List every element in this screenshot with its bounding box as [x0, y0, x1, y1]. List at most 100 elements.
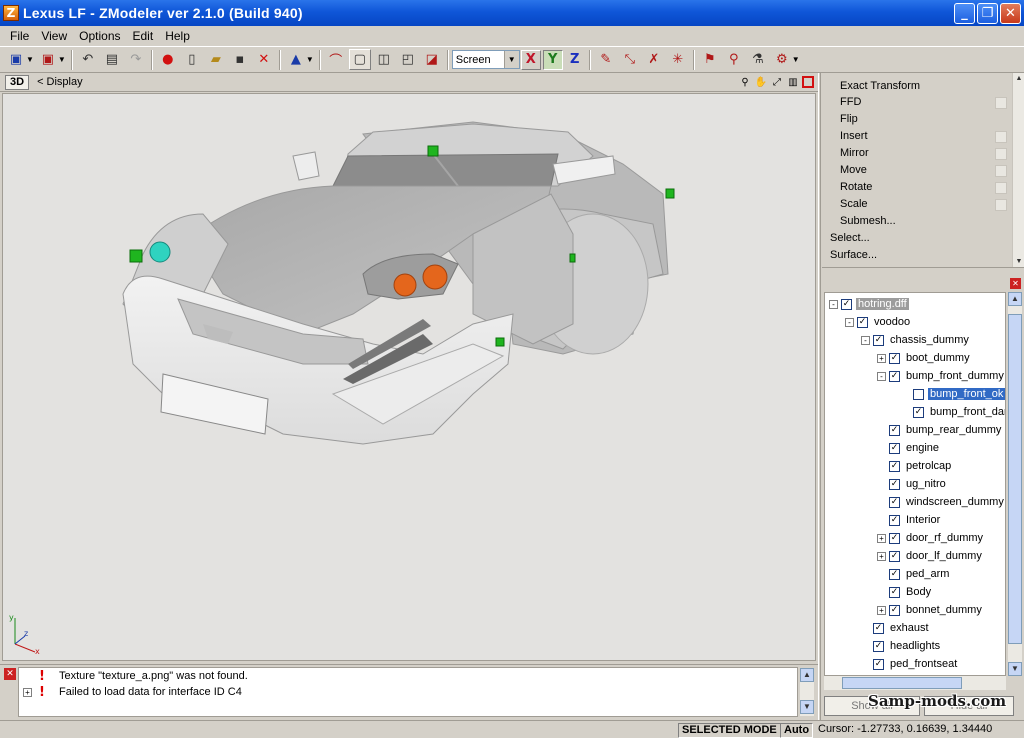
scroll-up-icon[interactable]: ▲	[1013, 73, 1024, 85]
modifier-mirror[interactable]: Mirror	[840, 145, 1007, 162]
animation-icon[interactable]: ⚙	[771, 49, 793, 70]
tree-node[interactable]: ✓ windscreen_dummy	[877, 493, 1005, 511]
expand-icon[interactable]: +	[23, 687, 32, 697]
modifier-select[interactable]: Select...	[830, 230, 995, 247]
collapse-icon[interactable]: -	[861, 335, 870, 345]
modifier-checkbox[interactable]	[995, 182, 1007, 194]
tree-horizontal-scrollbar[interactable]	[824, 676, 1006, 690]
bone-icon[interactable]: ⚲	[723, 49, 745, 70]
modifier-rotate[interactable]: Rotate	[840, 179, 1007, 196]
chevron-down-icon[interactable]: ▼	[26, 55, 34, 64]
visibility-checkbox[interactable]: ✓	[889, 568, 900, 580]
modifier-checkbox[interactable]	[995, 97, 1007, 109]
axis-z-button[interactable]: Z	[565, 50, 585, 70]
tree-node[interactable]: ✓ bump_rear_dummy	[877, 421, 1003, 439]
rotate-axis-icon[interactable]: ✗	[643, 49, 665, 70]
figure-icon[interactable]: ⚗	[747, 49, 769, 70]
modifiers-scrollbar[interactable]: ▲ ▼	[1012, 73, 1024, 267]
modifier-checkbox[interactable]	[995, 165, 1007, 177]
selection-mode-indicator[interactable]: SELECTED MODE	[678, 723, 781, 738]
tree-node[interactable]: + ✓ door_lf_dummy	[877, 547, 984, 565]
visibility-checkbox[interactable]: ✓	[889, 424, 900, 436]
axis-y-button[interactable]: Y	[542, 49, 563, 70]
maximize-viewport-icon[interactable]	[802, 76, 814, 88]
tree-node[interactable]: ✓ bump_front_dam	[901, 403, 1005, 421]
tree-node[interactable]: ✓ exhaust	[861, 619, 931, 637]
tree-node[interactable]: ✓ ped_arm	[877, 565, 951, 583]
redo-icon[interactable]: ↷	[125, 49, 147, 70]
visibility-checkbox[interactable]: ✓	[841, 298, 852, 310]
axis-x-button[interactable]: X	[520, 49, 541, 70]
chevron-down-icon[interactable]: ▼	[58, 55, 66, 64]
visibility-checkbox[interactable]: ✓	[889, 586, 900, 598]
viewport-breadcrumb[interactable]: < Display	[37, 76, 83, 88]
menu-file[interactable]: File	[4, 29, 35, 43]
open-folder-icon[interactable]: ▰	[205, 49, 227, 70]
coord-mode-select[interactable]: Screen ▼	[451, 50, 520, 69]
scroll-thumb[interactable]	[1008, 314, 1022, 644]
tree-node[interactable]: + ✓ boot_dummy	[877, 349, 972, 367]
visibility-checkbox[interactable]: ✓	[889, 478, 900, 490]
tree-node[interactable]: ✓ headlights	[861, 637, 942, 655]
new-file-icon[interactable]: ▯	[181, 49, 203, 70]
move-axis-icon[interactable]: ⤡	[619, 49, 641, 70]
expand-icon[interactable]: +	[877, 605, 886, 615]
tree-node[interactable]: ✓ petrolcap	[877, 457, 953, 475]
tree-node[interactable]: ✓ engine	[877, 439, 941, 457]
zoom-icon[interactable]: ⚲	[738, 75, 752, 89]
modifier-flip[interactable]: Flip	[840, 111, 1005, 128]
tree-node[interactable]: ✓ ug_nitro	[877, 475, 948, 493]
scroll-up-icon[interactable]: ▲	[1008, 292, 1022, 306]
import-icon[interactable]: ▣	[5, 49, 27, 70]
visibility-checkbox[interactable]: ✓	[889, 370, 900, 382]
menu-options[interactable]: Options	[73, 29, 126, 43]
close-button[interactable]: ✕	[1000, 3, 1021, 24]
visibility-checkbox[interactable]: ✓	[889, 604, 900, 616]
tree-node[interactable]: - ✓ voodoo	[845, 313, 912, 331]
3d-viewport[interactable]: y z x	[2, 93, 816, 661]
history-icon[interactable]: ▤	[101, 49, 123, 70]
menu-help[interactable]: Help	[159, 29, 196, 43]
scroll-up-icon[interactable]: ▲	[800, 668, 814, 682]
hierarchy-tree[interactable]: - ✓ hotring.dff - ✓ voodoo - ✓ chassis_dummy + ✓ bo…	[824, 292, 1006, 676]
close-icon[interactable]: ✕	[1010, 278, 1021, 289]
scroll-down-icon[interactable]: ▼	[1013, 256, 1024, 267]
fit-view-icon[interactable]: ⤢	[770, 75, 784, 89]
scroll-thumb[interactable]	[842, 677, 962, 689]
tree-node[interactable]: - ✓ bump_front_dummy	[877, 367, 1005, 385]
modifier-ffd[interactable]: FFD	[840, 94, 1007, 111]
tree-node[interactable]: + ✓ door_rf_dummy	[877, 529, 985, 547]
surface-mode-icon[interactable]: ◪	[421, 49, 443, 70]
tree-node[interactable]: ✓ Body	[877, 583, 933, 601]
modifier-submesh[interactable]: Submesh...	[840, 213, 1005, 230]
vertex-mode-icon[interactable]: ⌒	[325, 49, 347, 70]
modifier-checkbox[interactable]	[995, 131, 1007, 143]
visibility-checkbox[interactable]: ✓	[857, 316, 868, 328]
visibility-checkbox[interactable]: ✓	[913, 406, 924, 418]
split-view-icon[interactable]: ▥	[786, 75, 800, 89]
scroll-down-icon[interactable]: ▼	[800, 700, 814, 714]
log-scrollbar[interactable]: ▲ ▼	[800, 668, 814, 716]
object-mode-icon[interactable]: ▢	[348, 49, 371, 70]
scroll-down-icon[interactable]: ▼	[1008, 662, 1022, 676]
visibility-checkbox[interactable]: ✓	[889, 514, 900, 526]
pan-hand-icon[interactable]: ✋	[754, 75, 768, 89]
log-entry[interactable]: + ! Failed to load data for interface ID…	[19, 684, 797, 700]
collapse-icon[interactable]: -	[877, 371, 886, 381]
collapse-icon[interactable]: -	[829, 299, 838, 309]
mesh-mode-icon[interactable]: ◰	[397, 49, 419, 70]
visibility-checkbox[interactable]: ✓	[873, 658, 884, 670]
modifier-move[interactable]: Move	[840, 162, 1007, 179]
view-name-button[interactable]: 3D	[5, 74, 30, 90]
tree-node[interactable]: + ✓ bonnet_dummy	[877, 601, 984, 619]
cone-shape-icon[interactable]: ▲	[285, 49, 307, 70]
maximize-button[interactable]: ❐	[977, 3, 998, 24]
scale-axis-icon[interactable]: ✳	[667, 49, 689, 70]
visibility-checkbox[interactable]: ✓	[873, 622, 884, 634]
undo-icon[interactable]: ↶	[77, 49, 99, 70]
minimize-button[interactable]: _	[954, 3, 975, 24]
log-entry[interactable]: ! Texture "texture_a.png" was not found.	[19, 668, 797, 684]
modifier-checkbox[interactable]	[995, 199, 1007, 211]
tree-node[interactable]: - ✓ hotring.dff	[829, 295, 909, 313]
expand-icon[interactable]: +	[877, 551, 886, 561]
